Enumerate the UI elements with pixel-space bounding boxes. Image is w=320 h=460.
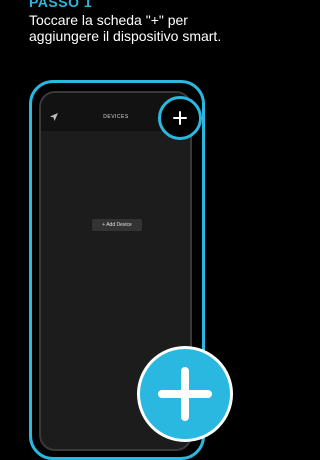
large-plus-icon	[137, 346, 233, 442]
step-label: PASSO 1	[29, 0, 93, 10]
plus-icon	[173, 111, 187, 125]
add-tab-button[interactable]	[158, 96, 202, 140]
plus-icon	[158, 367, 212, 421]
instruction-text: Toccare la scheda "+" per aggiungere il …	[29, 12, 222, 44]
add-device-button[interactable]: + Add Device	[92, 219, 142, 231]
